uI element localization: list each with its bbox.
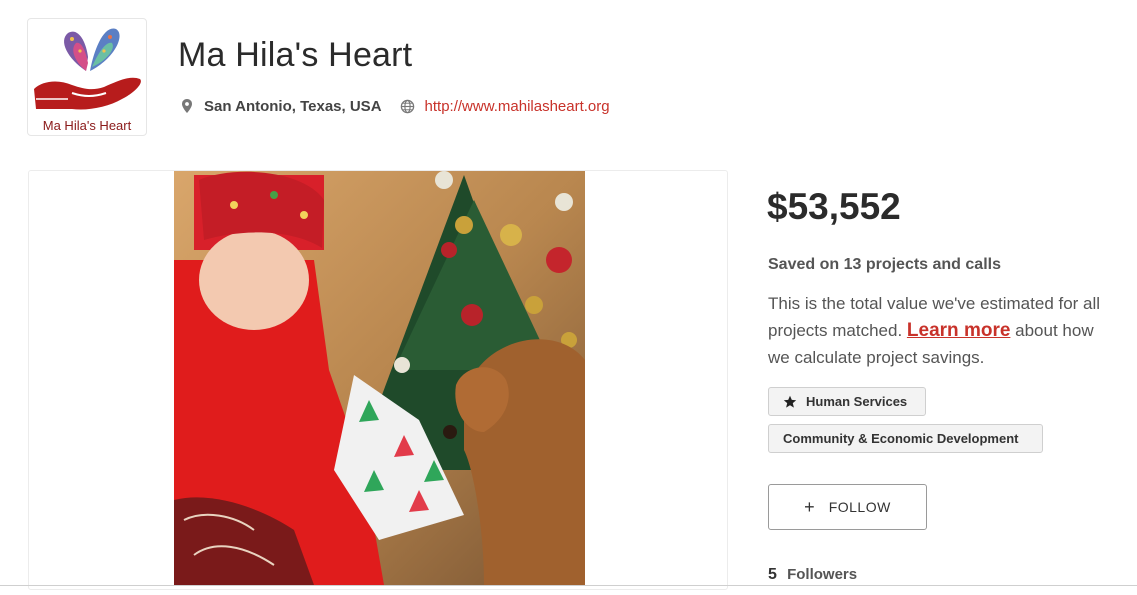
org-photo	[174, 171, 585, 585]
tag-label: Human Services	[806, 394, 908, 409]
follow-label: FOLLOW	[828, 499, 891, 515]
savings-amount: $53,552	[767, 186, 901, 227]
plus-icon: +	[804, 497, 815, 517]
star-icon	[783, 395, 797, 408]
location-pin-icon	[182, 99, 192, 113]
page-title: Ma Hila's Heart	[178, 36, 413, 74]
tag-label: Community & Economic Development	[783, 431, 1019, 446]
follow-button[interactable]: + FOLLOW	[768, 484, 927, 530]
followers-count: 5 Followers	[768, 566, 857, 584]
tag-community-economic-development[interactable]: Community & Economic Development	[768, 424, 1043, 453]
globe-icon	[400, 99, 414, 113]
logo-caption: Ma Hila's Heart	[42, 118, 132, 133]
learn-more-link[interactable]: Learn more	[907, 320, 1010, 341]
savings-description: This is the total value we've estimated …	[768, 290, 1118, 371]
org-website-link[interactable]: http://www.mahilasheart.org	[425, 98, 610, 115]
followers-number: 5	[768, 566, 777, 583]
org-meta-row: San Antonio, Texas, USA http://www.mahil…	[180, 96, 610, 116]
org-location: San Antonio, Texas, USA	[204, 97, 382, 115]
org-logo: Ma Hila's Heart	[27, 18, 147, 136]
tag-human-services[interactable]: Human Services	[768, 387, 926, 416]
divider	[0, 585, 1137, 586]
followers-label: Followers	[787, 566, 858, 583]
org-photo-card	[28, 170, 728, 590]
savings-subtitle: Saved on 13 projects and calls	[768, 256, 1001, 273]
